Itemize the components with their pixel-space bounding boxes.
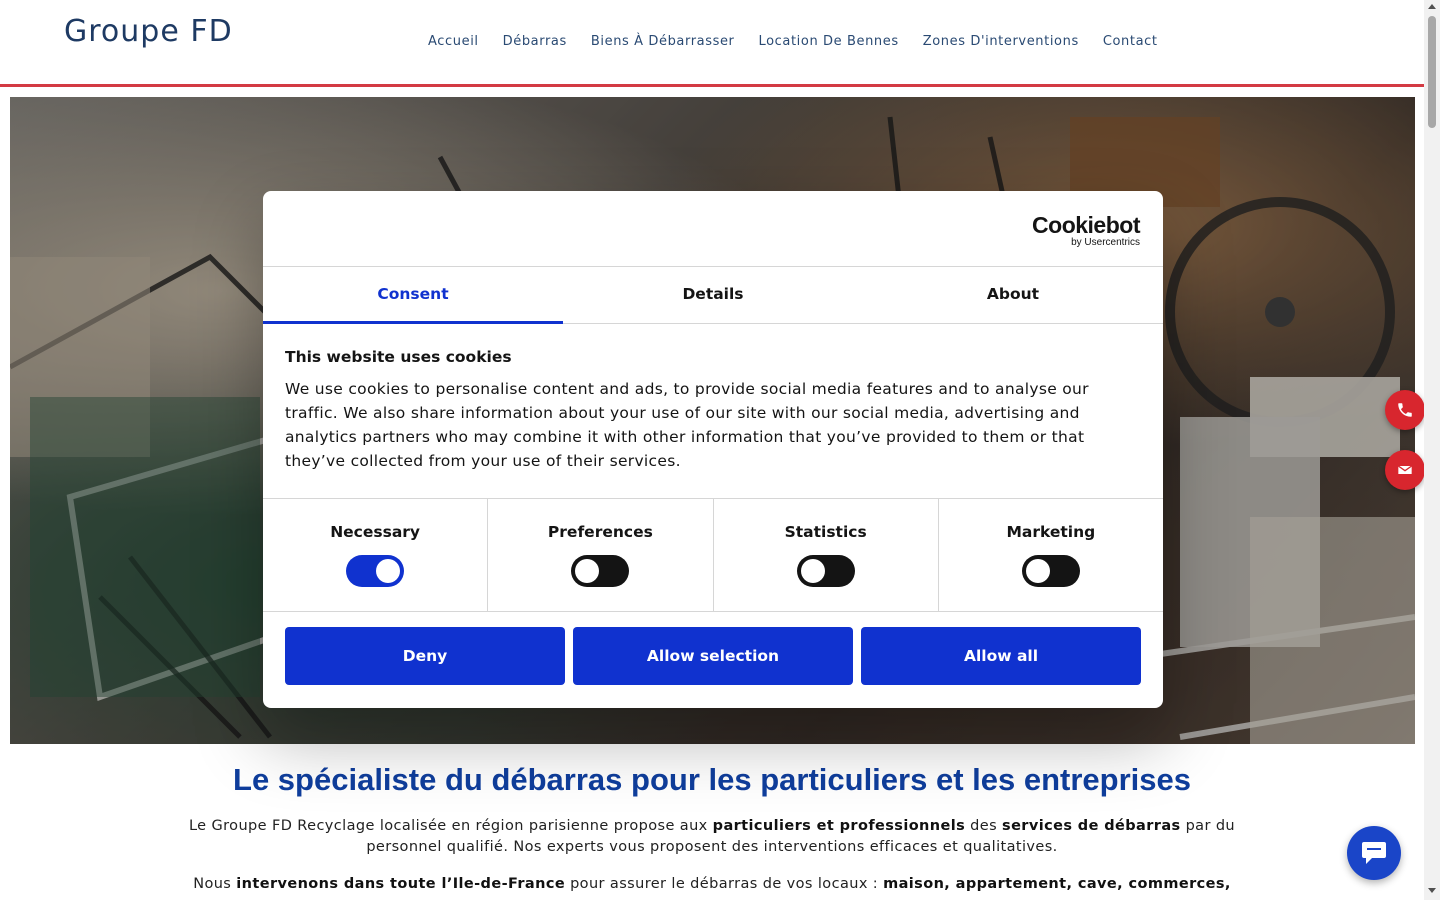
cookie-dialog-header: Cookiebot by Usercentrics	[263, 191, 1163, 267]
toggle-cell-statistics: Statistics	[714, 499, 939, 611]
zones-paragraph: Nous intervenons dans toute l’Ile-de-Fra…	[180, 874, 1244, 895]
cookie-tabs: Consent Details About	[263, 267, 1163, 324]
mail-button[interactable]	[1385, 450, 1425, 490]
toggle-knob	[575, 559, 600, 583]
intro-bold: particuliers et professionnels	[712, 818, 966, 834]
phone-icon	[1398, 403, 1412, 417]
toggle-knob	[800, 559, 825, 583]
main-nav: Accueil Débarras Biens À Débarrasser Loc…	[428, 34, 1158, 49]
toggle-knob	[376, 559, 401, 583]
chat-button[interactable]	[1347, 826, 1401, 880]
cookie-title: This website uses cookies	[285, 348, 512, 366]
cookiebot-brand: Cookiebot	[1032, 212, 1140, 238]
toggle-marketing[interactable]	[1021, 555, 1080, 587]
zones-text: pour assurer le débarras de vos locaux :	[565, 876, 884, 892]
nav-debarras[interactable]: Débarras	[503, 34, 567, 49]
page-headline: Le spécialiste du débarras pour les part…	[233, 762, 1191, 797]
chat-bubble-icon	[1362, 842, 1386, 864]
toggle-label-statistics: Statistics	[784, 523, 867, 541]
toggle-label-preferences: Preferences	[547, 523, 653, 541]
site-logo[interactable]: Groupe FD	[64, 14, 233, 49]
tab-details[interactable]: Details	[563, 267, 863, 323]
scroll-thumb[interactable]	[1428, 16, 1436, 128]
nav-contact[interactable]: Contact	[1103, 34, 1158, 49]
intro-text: Le Groupe FD Recyclage localisée en régi…	[188, 818, 713, 834]
site-header: Groupe FD Accueil Débarras Biens À Débar…	[0, 0, 1424, 87]
cookiebot-logo: Cookiebot by Usercentrics	[1032, 213, 1140, 248]
cookie-description: We use cookies to personalise content an…	[285, 380, 1089, 470]
toggle-label-marketing: Marketing	[1006, 523, 1096, 541]
intro-bold: services de débarras	[1002, 818, 1181, 834]
cookie-buttons: Deny Allow selection Allow all	[285, 627, 1141, 685]
toggle-preferences[interactable]	[571, 555, 630, 587]
deny-button[interactable]: Deny	[285, 627, 565, 685]
nav-biens[interactable]: Biens À Débarrasser	[591, 34, 735, 49]
cookie-consent-dialog: Cookiebot by Usercentrics Consent Detail…	[263, 191, 1163, 708]
scroll-down-arrow-icon[interactable]	[1428, 888, 1436, 893]
intro-paragraph: Le Groupe FD Recyclage localisée en régi…	[180, 816, 1244, 858]
nav-location-bennes[interactable]: Location De Bennes	[759, 34, 899, 49]
nav-zones[interactable]: Zones D'interventions	[923, 34, 1079, 49]
cookie-category-toggles: Necessary Preferences Statistics Marketi…	[263, 498, 1163, 612]
toggle-necessary[interactable]	[346, 555, 405, 587]
toggle-statistics[interactable]	[796, 555, 855, 587]
toggle-knob	[1025, 559, 1050, 583]
toggle-cell-preferences: Preferences	[488, 499, 714, 611]
zones-bold: intervenons dans toute l’Ile-de-France	[236, 876, 566, 892]
toggle-label-necessary: Necessary	[330, 523, 421, 541]
tab-consent[interactable]: Consent	[263, 267, 563, 324]
intro-text: des	[965, 818, 1003, 834]
scroll-up-arrow-icon[interactable]	[1428, 4, 1436, 9]
zones-text: Nous	[193, 876, 237, 892]
phone-button[interactable]	[1385, 390, 1425, 430]
tab-about[interactable]: About	[863, 267, 1163, 323]
toggle-cell-marketing: Marketing	[939, 499, 1163, 611]
allow-all-button[interactable]: Allow all	[861, 627, 1141, 685]
toggle-cell-necessary: Necessary	[263, 499, 489, 611]
allow-selection-button[interactable]: Allow selection	[573, 627, 853, 685]
zones-bold: maison, appartement, cave, commerces,	[883, 876, 1231, 892]
cookie-body: This website uses cookies We use cookies…	[285, 348, 1105, 473]
page-scrollbar[interactable]	[1424, 0, 1440, 900]
cookiebot-brand-sub: by Usercentrics	[1071, 237, 1140, 248]
mail-icon	[1397, 465, 1413, 474]
nav-accueil[interactable]: Accueil	[428, 34, 479, 49]
